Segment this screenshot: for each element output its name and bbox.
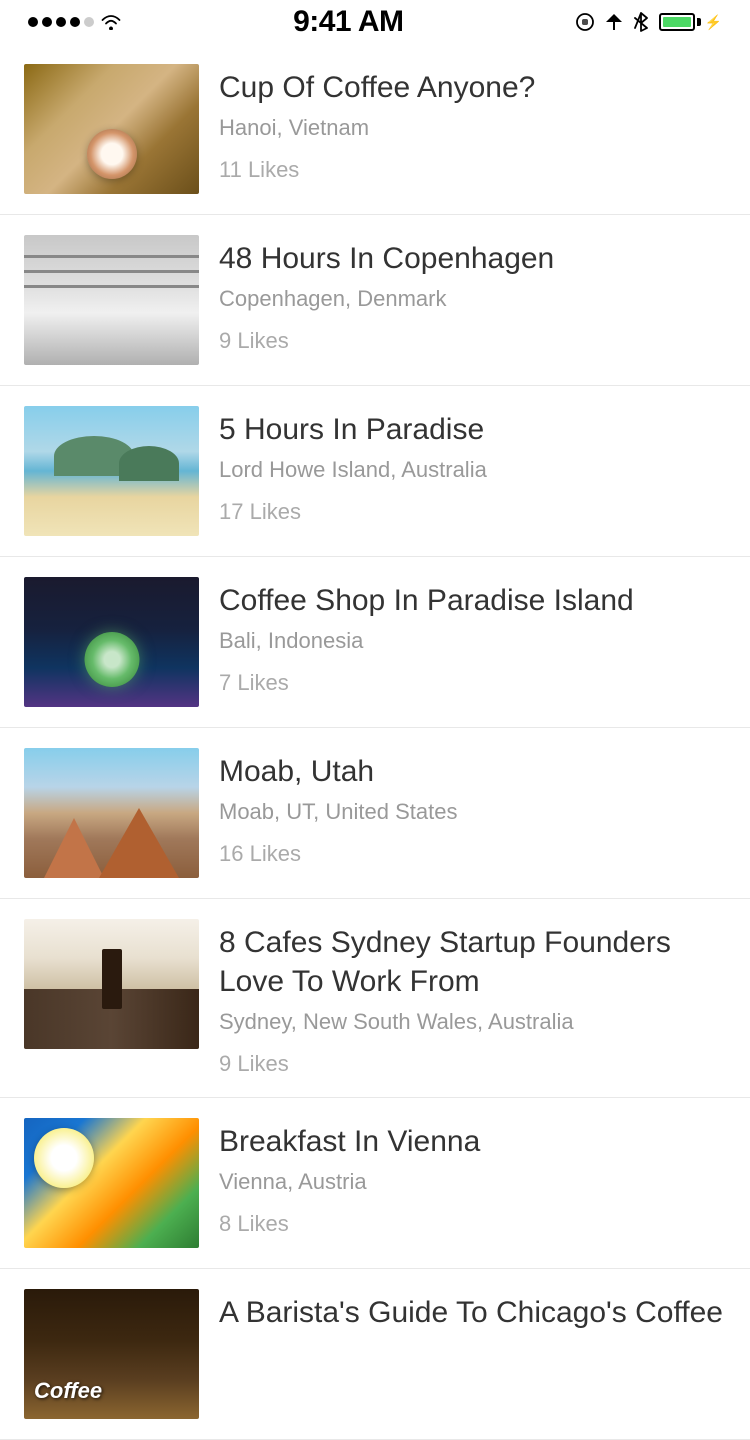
feed-content: 8 Cafes Sydney Startup Founders Love To …	[219, 919, 726, 1077]
status-bar: 9:41 AM ⚡	[0, 0, 750, 44]
signal-dots	[28, 17, 94, 27]
feed-likes: 17 Likes	[219, 499, 726, 525]
feed-thumbnail	[24, 577, 199, 707]
feed-item[interactable]: 5 Hours In Paradise Lord Howe Island, Aus…	[0, 386, 750, 557]
feed-thumbnail	[24, 748, 199, 878]
feed-content: A Barista's Guide To Chicago's Coffee	[219, 1289, 726, 1340]
feed-title: Coffee Shop In Paradise Island	[219, 581, 726, 620]
battery-icon: ⚡	[659, 13, 722, 31]
feed-thumbnail	[24, 235, 199, 365]
signal-dot-4	[70, 17, 80, 27]
feed-content: Cup Of Coffee Anyone? Hanoi, Vietnam 11 Li…	[219, 64, 726, 183]
location-icon	[605, 13, 623, 31]
feed-location: Bali, Indonesia	[219, 628, 726, 654]
feed-thumbnail	[24, 1118, 199, 1248]
feed-title: 8 Cafes Sydney Startup Founders Love To …	[219, 923, 726, 1001]
feed-thumbnail	[24, 406, 199, 536]
feed-title: Cup Of Coffee Anyone?	[219, 68, 726, 107]
bluetooth-icon	[633, 12, 649, 32]
feed-title: Moab, Utah	[219, 752, 726, 791]
feed-location: Moab, UT, United States	[219, 799, 726, 825]
feed-list: Cup Of Coffee Anyone? Hanoi, Vietnam 11 Li…	[0, 44, 750, 1440]
feed-likes: 8 Likes	[219, 1211, 726, 1237]
wifi-icon	[100, 14, 122, 30]
feed-location: Lord Howe Island, Australia	[219, 457, 726, 483]
feed-thumbnail	[24, 1289, 199, 1419]
status-time: 9:41 AM	[293, 5, 403, 39]
feed-thumbnail	[24, 64, 199, 194]
feed-content: Moab, Utah Moab, UT, United States 16 Like…	[219, 748, 726, 867]
feed-location: Vienna, Austria	[219, 1169, 726, 1195]
feed-item[interactable]: Breakfast In Vienna Vienna, Austria 8 Like…	[0, 1098, 750, 1269]
signal-dot-5	[84, 17, 94, 27]
feed-content: 5 Hours In Paradise Lord Howe Island, Aus…	[219, 406, 726, 525]
feed-content: 48 Hours In Copenhagen Copenhagen, Denmar…	[219, 235, 726, 354]
feed-location: Copenhagen, Denmark	[219, 286, 726, 312]
lock-rotation-icon	[575, 12, 595, 32]
status-right: ⚡	[575, 12, 722, 32]
feed-item[interactable]: Coffee Shop In Paradise Island Bali, Indo…	[0, 557, 750, 728]
feed-item[interactable]: 8 Cafes Sydney Startup Founders Love To …	[0, 899, 750, 1098]
feed-location: Hanoi, Vietnam	[219, 115, 726, 141]
feed-title: Breakfast In Vienna	[219, 1122, 726, 1161]
feed-thumbnail	[24, 919, 199, 1049]
feed-likes: 16 Likes	[219, 841, 726, 867]
feed-likes: 9 Likes	[219, 1051, 726, 1077]
feed-content: Breakfast In Vienna Vienna, Austria 8 Like…	[219, 1118, 726, 1237]
feed-item[interactable]: 48 Hours In Copenhagen Copenhagen, Denmar…	[0, 215, 750, 386]
feed-likes: 9 Likes	[219, 328, 726, 354]
feed-title: 5 Hours In Paradise	[219, 410, 726, 449]
signal-dot-3	[56, 17, 66, 27]
feed-title: 48 Hours In Copenhagen	[219, 239, 726, 278]
feed-title: A Barista's Guide To Chicago's Coffee	[219, 1293, 726, 1332]
feed-likes: 11 Likes	[219, 157, 726, 183]
feed-content: Coffee Shop In Paradise Island Bali, Indo…	[219, 577, 726, 696]
feed-likes: 7 Likes	[219, 670, 726, 696]
feed-location: Sydney, New South Wales, Australia	[219, 1009, 726, 1035]
status-left	[28, 14, 122, 30]
feed-item[interactable]: Moab, Utah Moab, UT, United States 16 Like…	[0, 728, 750, 899]
signal-dot-2	[42, 17, 52, 27]
feed-item[interactable]: A Barista's Guide To Chicago's Coffee	[0, 1269, 750, 1440]
signal-dot-1	[28, 17, 38, 27]
feed-item[interactable]: Cup Of Coffee Anyone? Hanoi, Vietnam 11 Li…	[0, 44, 750, 215]
